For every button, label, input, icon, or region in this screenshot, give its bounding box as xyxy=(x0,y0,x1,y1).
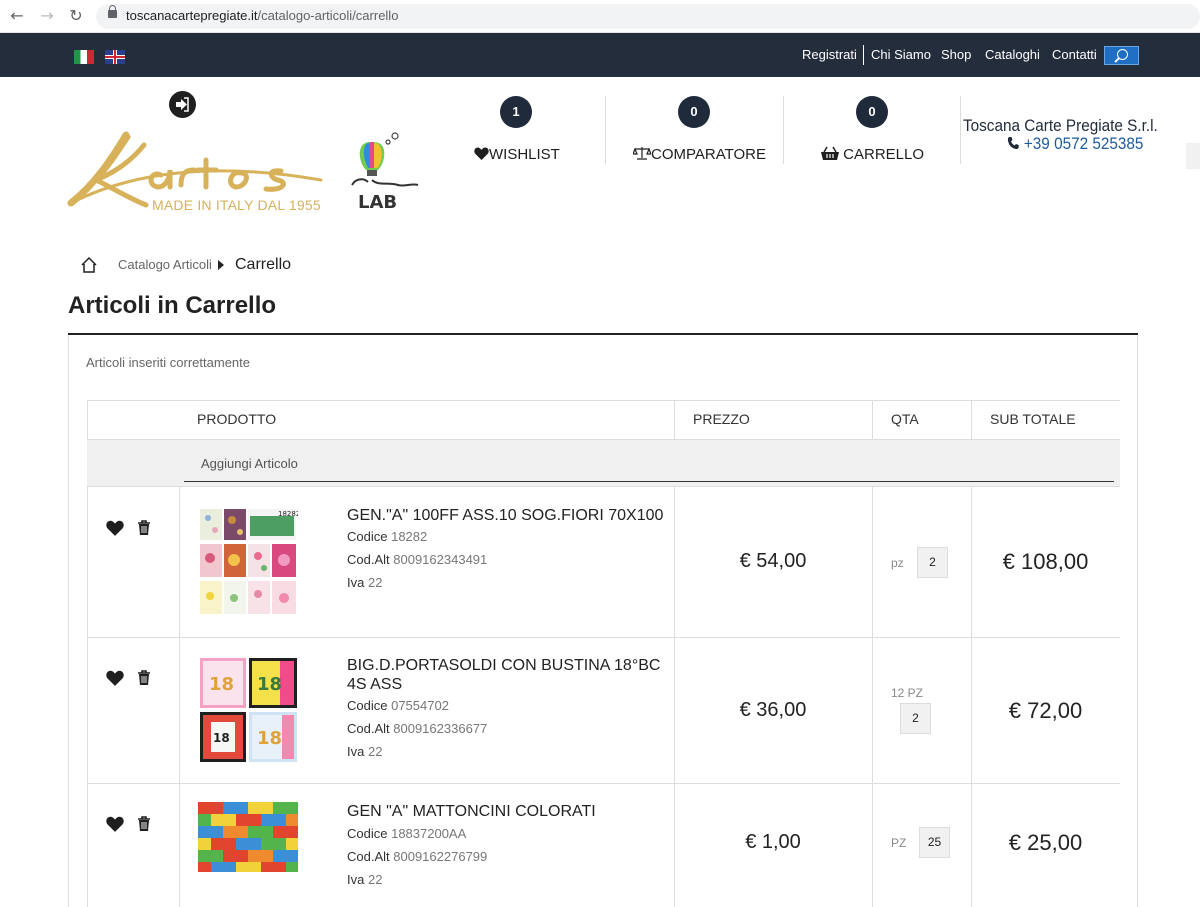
product-code: Codice 18837200AA xyxy=(347,826,467,841)
product-code: Codice 18282 xyxy=(347,529,428,544)
comparatore-button[interactable]: COMPARATORE xyxy=(632,146,766,163)
header-prezzo: PREZZO xyxy=(693,411,750,427)
lock-icon xyxy=(108,5,117,18)
wishlist-heart-icon[interactable] xyxy=(106,670,124,686)
product-vat: Iva 22 xyxy=(347,744,383,759)
quantity-input[interactable]: 25 xyxy=(919,827,950,858)
kartos-lab-logo: LAB xyxy=(351,132,419,213)
logo-tagline: MADE IN ITALY DAL 1955 xyxy=(152,197,321,213)
svg-text:LAB: LAB xyxy=(358,192,397,213)
nav-link-cataloghi[interactable]: Cataloghi xyxy=(985,47,1040,62)
uk-flag-icon[interactable] xyxy=(105,50,125,64)
header-divider xyxy=(783,96,784,164)
italian-flag-icon[interactable] xyxy=(74,50,94,64)
product-alt-code: Cod.Alt 8009162336677 xyxy=(347,721,488,736)
url-text[interactable]: toscanacartepregiate.it/catalogo-articol… xyxy=(126,8,398,23)
product-alt-code: Cod.Alt 8009162343491 xyxy=(347,552,488,567)
header-divider xyxy=(960,96,961,164)
product-vat: Iva 22 xyxy=(347,575,383,590)
qty-unit: PZ xyxy=(891,836,907,850)
breadcrumb-current: Carrello xyxy=(235,256,292,273)
scale-icon xyxy=(632,147,652,160)
product-image-mattoncini[interactable] xyxy=(198,802,298,872)
product-image-fiori[interactable]: 18282 xyxy=(198,506,298,618)
col-divider xyxy=(674,400,675,440)
product-vat: Iva 22 xyxy=(347,872,383,887)
svg-text:18: 18 xyxy=(213,731,230,745)
quantity-input[interactable]: 2 xyxy=(900,703,931,734)
comparatore-count-badge: 0 xyxy=(678,96,710,128)
nav-link-registrati[interactable]: Registrati xyxy=(802,47,857,62)
wishlist-count-badge: 1 xyxy=(500,96,532,128)
product-code: Codice 07554702 xyxy=(347,698,449,713)
row-divider xyxy=(87,637,1120,638)
basket-icon xyxy=(821,146,839,160)
forward-arrow-icon[interactable]: → xyxy=(37,6,57,26)
col-divider xyxy=(872,400,873,440)
trash-icon[interactable] xyxy=(137,520,151,536)
breadcrumb-arrow-icon xyxy=(218,260,224,270)
nav-separator xyxy=(863,45,864,65)
svg-text:18282: 18282 xyxy=(278,510,298,518)
svg-text:18: 18 xyxy=(257,728,282,749)
trash-icon[interactable] xyxy=(137,670,151,686)
top-navigation: Registrati Chi Siamo Shop Cataloghi Cont… xyxy=(0,33,1200,77)
home-icon[interactable] xyxy=(80,256,98,274)
side-tab xyxy=(1186,143,1200,169)
col-divider xyxy=(87,487,88,907)
header-subtotale: SUB TOTALE xyxy=(990,411,1076,427)
quantity-input[interactable]: 2 xyxy=(917,547,948,578)
col-divider xyxy=(971,400,972,440)
add-article-label: Aggiungi Articolo xyxy=(201,456,298,471)
nav-link-contatti[interactable]: Contatti xyxy=(1052,47,1097,62)
header-prodotto: PRODOTTO xyxy=(197,411,277,427)
company-name: Toscana Carte Pregiate S.r.l. xyxy=(963,116,1158,135)
product-name[interactable]: GEN."A" 100FF ASS.10 SOG.FIORI 70X100 xyxy=(347,506,667,525)
add-article-input[interactable] xyxy=(184,481,1114,482)
header-qta: QTA xyxy=(891,411,919,427)
heart-icon xyxy=(474,147,489,160)
product-name[interactable]: GEN "A" MATTONCINI COLORATI xyxy=(347,802,667,821)
row-divider xyxy=(87,783,1120,784)
product-price: € 36,00 xyxy=(739,699,807,721)
phone-icon xyxy=(1007,137,1019,149)
svg-text:18: 18 xyxy=(257,674,282,695)
col-divider xyxy=(179,487,180,907)
wishlist-heart-icon[interactable] xyxy=(106,816,124,832)
company-phone[interactable]: +39 0572 525385 xyxy=(1007,134,1143,154)
product-image-portasoldi[interactable]: 18 18 18 18 xyxy=(199,656,299,764)
search-icon[interactable] xyxy=(1104,46,1139,65)
qty-unit: pz xyxy=(891,556,904,570)
back-arrow-icon[interactable]: ← xyxy=(7,6,27,26)
page-title: Articoli in Carrello xyxy=(68,292,277,319)
product-price: € 1,00 xyxy=(745,831,801,853)
logout-icon[interactable] xyxy=(169,91,196,118)
reload-icon[interactable]: ↻ xyxy=(66,6,86,26)
product-name[interactable]: BIG.D.PORTASOLDI CON BUSTINA 18°BC 4S AS… xyxy=(347,656,667,694)
cart-message: Articoli inseriti correttamente xyxy=(86,355,250,370)
carrello-button[interactable]: CARRELLO xyxy=(821,146,924,163)
product-alt-code: Cod.Alt 8009162276799 xyxy=(347,849,488,864)
product-subtotal: € 25,00 xyxy=(1008,830,1083,855)
breadcrumb-catalogo-articoli[interactable]: Catalogo Articoli xyxy=(118,257,212,272)
product-price: € 54,00 xyxy=(739,550,807,572)
trash-icon[interactable] xyxy=(137,816,151,832)
wishlist-heart-icon[interactable] xyxy=(106,520,124,536)
col-divider xyxy=(872,487,873,907)
svg-text:18: 18 xyxy=(209,674,234,695)
qty-unit: 12 PZ xyxy=(891,686,924,700)
header-divider xyxy=(605,96,606,164)
product-subtotal: € 72,00 xyxy=(1008,698,1083,723)
nav-link-shop[interactable]: Shop xyxy=(941,47,971,62)
browser-toolbar: ← → ↻ toscanacartepregiate.it/catalogo-a… xyxy=(0,0,1200,33)
product-subtotal: € 108,00 xyxy=(1002,549,1089,574)
wishlist-button[interactable]: WISHLIST xyxy=(474,146,560,163)
nav-link-chi-siamo[interactable]: Chi Siamo xyxy=(871,47,931,62)
carrello-count-badge: 0 xyxy=(856,96,888,128)
